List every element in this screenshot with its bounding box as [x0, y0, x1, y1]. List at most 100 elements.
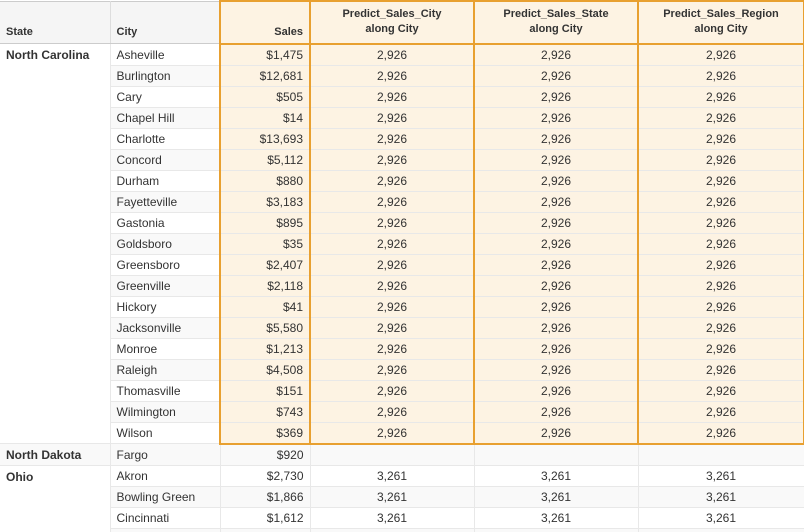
- table-row: Bowling Green$1,8663,2613,2613,261: [0, 487, 804, 508]
- table-row: Concord$5,1122,9262,9262,926: [0, 149, 804, 170]
- pred-region-cell: 2,926: [638, 191, 804, 212]
- table-row: Charlotte$13,6932,9262,9262,926: [0, 128, 804, 149]
- pred-city-cell: 2,926: [310, 296, 474, 317]
- pred-state-cell: 2,926: [474, 128, 638, 149]
- col-header-pred-state[interactable]: Predict_Sales_State along City: [474, 1, 638, 44]
- pred-city-cell: 2,926: [310, 65, 474, 86]
- sales-cell: $5,112: [220, 149, 310, 170]
- col-header-state[interactable]: State: [0, 1, 110, 44]
- city-cell: Fargo: [110, 444, 220, 466]
- pred-city-cell: 3,261: [310, 466, 474, 487]
- city-cell: Monroe: [110, 338, 220, 359]
- col-header-pred-city[interactable]: Predict_Sales_City along City: [310, 1, 474, 44]
- sales-cell: $12,681: [220, 65, 310, 86]
- pred-city-cell: 2,926: [310, 233, 474, 254]
- city-cell: Cary: [110, 86, 220, 107]
- col-header-sales[interactable]: Sales: [220, 1, 310, 44]
- pred-state-cell: 2,926: [474, 380, 638, 401]
- pred-region-cell: 2,926: [638, 296, 804, 317]
- city-cell: Greensboro: [110, 254, 220, 275]
- pred-state-cell: 2,926: [474, 317, 638, 338]
- pred-region-cell: 3,261: [638, 508, 804, 529]
- pred-city-cell: 3,261: [310, 487, 474, 508]
- pred-city-cell: 3,261: [310, 508, 474, 529]
- table-row: Goldsboro$352,9262,9262,926: [0, 233, 804, 254]
- pred-state-cell: 2,926: [474, 212, 638, 233]
- col-header-pred-region[interactable]: Predict_Sales_Region along City: [638, 1, 804, 44]
- pred-region-cell: 2,926: [638, 107, 804, 128]
- pred-city-cell: 2,926: [310, 401, 474, 422]
- pred-region-cell: [638, 444, 804, 466]
- city-cell: Burlington: [110, 65, 220, 86]
- sales-cell: $743: [220, 401, 310, 422]
- sales-cell: $505: [220, 86, 310, 107]
- pred-region-cell: 2,926: [638, 149, 804, 170]
- pred-region-cell: 2,926: [638, 254, 804, 275]
- sales-cell: $2,118: [220, 275, 310, 296]
- city-cell: Wilson: [110, 422, 220, 444]
- table-row: Wilson$3692,9262,9262,926: [0, 422, 804, 444]
- sales-cell: $3,183: [220, 191, 310, 212]
- city-cell: Asheville: [110, 44, 220, 66]
- pred-state-cell: 2,926: [474, 149, 638, 170]
- city-cell: Greenville: [110, 275, 220, 296]
- city-cell: Raleigh: [110, 359, 220, 380]
- table-container[interactable]: State City Sales Predict_Sales_City alon…: [0, 0, 804, 532]
- pred-city-cell: 2,926: [310, 380, 474, 401]
- col-header-city[interactable]: City: [110, 1, 220, 44]
- pred-state-cell: [474, 444, 638, 466]
- sales-cell: $895: [220, 212, 310, 233]
- city-cell: Chapel Hill: [110, 107, 220, 128]
- table-row: Burlington$12,6812,9262,9262,926: [0, 65, 804, 86]
- pred-region-cell: 3,261: [638, 466, 804, 487]
- pred-region-cell: 2,926: [638, 44, 804, 66]
- table-row: OhioAkron$2,7303,2613,2613,261: [0, 466, 804, 487]
- sales-cell: $41: [220, 296, 310, 317]
- sales-cell: $4,508: [220, 359, 310, 380]
- table-row: Greensboro$2,4072,9262,9262,926: [0, 254, 804, 275]
- sales-cell: $1,866: [220, 487, 310, 508]
- table-row: Cincinnati$1,6123,2613,2613,261: [0, 508, 804, 529]
- pred-state-cell: 2,926: [474, 401, 638, 422]
- pred-region-cell: 2,926: [638, 359, 804, 380]
- sales-cell: $14: [220, 107, 310, 128]
- city-cell: Durham: [110, 170, 220, 191]
- table-row: Gastonia$8952,9262,9262,926: [0, 212, 804, 233]
- pred-city-cell: [310, 444, 474, 466]
- pred-city-cell: 2,926: [310, 359, 474, 380]
- pred-city-cell: 2,926: [310, 254, 474, 275]
- pred-region-cell: 2,926: [638, 317, 804, 338]
- table-row: Jacksonville$5,5802,9262,9262,926: [0, 317, 804, 338]
- pred-state-cell: 2,926: [474, 170, 638, 191]
- city-cell: Wilmington: [110, 401, 220, 422]
- pred-region-cell: 2,926: [638, 86, 804, 107]
- pred-city-cell: 2,926: [310, 107, 474, 128]
- sales-cell: $2,730: [220, 466, 310, 487]
- pred-state-cell: 3,261: [474, 487, 638, 508]
- pred-city-cell: 2,926: [310, 275, 474, 296]
- pred-city-cell: 2,926: [310, 170, 474, 191]
- city-cell: Charlotte: [110, 128, 220, 149]
- city-cell: Thomasville: [110, 380, 220, 401]
- sales-cell: $1,612: [220, 508, 310, 529]
- pred-region-cell: 2,926: [638, 233, 804, 254]
- pred-state-cell: 2,926: [474, 233, 638, 254]
- pred-city-cell: 2,926: [310, 422, 474, 444]
- table-row: Raleigh$4,5082,9262,9262,926: [0, 359, 804, 380]
- table-row: North DakotaFargo$920: [0, 444, 804, 466]
- pred-state-cell: 2,926: [474, 191, 638, 212]
- pred-state-cell: 2,926: [474, 338, 638, 359]
- pred-state-cell: 2,926: [474, 65, 638, 86]
- city-cell: Jacksonville: [110, 317, 220, 338]
- pred-region-cell: 2,926: [638, 338, 804, 359]
- state-cell: North Dakota: [0, 444, 110, 466]
- pred-region-cell: 2,926: [638, 380, 804, 401]
- sales-cell: $1,213: [220, 338, 310, 359]
- pred-state-cell: 2,926: [474, 86, 638, 107]
- pred-region-cell: 2,926: [638, 401, 804, 422]
- pred-city-cell: 2,926: [310, 149, 474, 170]
- pred-city-cell: 2,926: [310, 212, 474, 233]
- pred-state-cell: 3,261: [474, 466, 638, 487]
- city-cell: Goldsboro: [110, 233, 220, 254]
- table-row: Cary$5052,9262,9262,926: [0, 86, 804, 107]
